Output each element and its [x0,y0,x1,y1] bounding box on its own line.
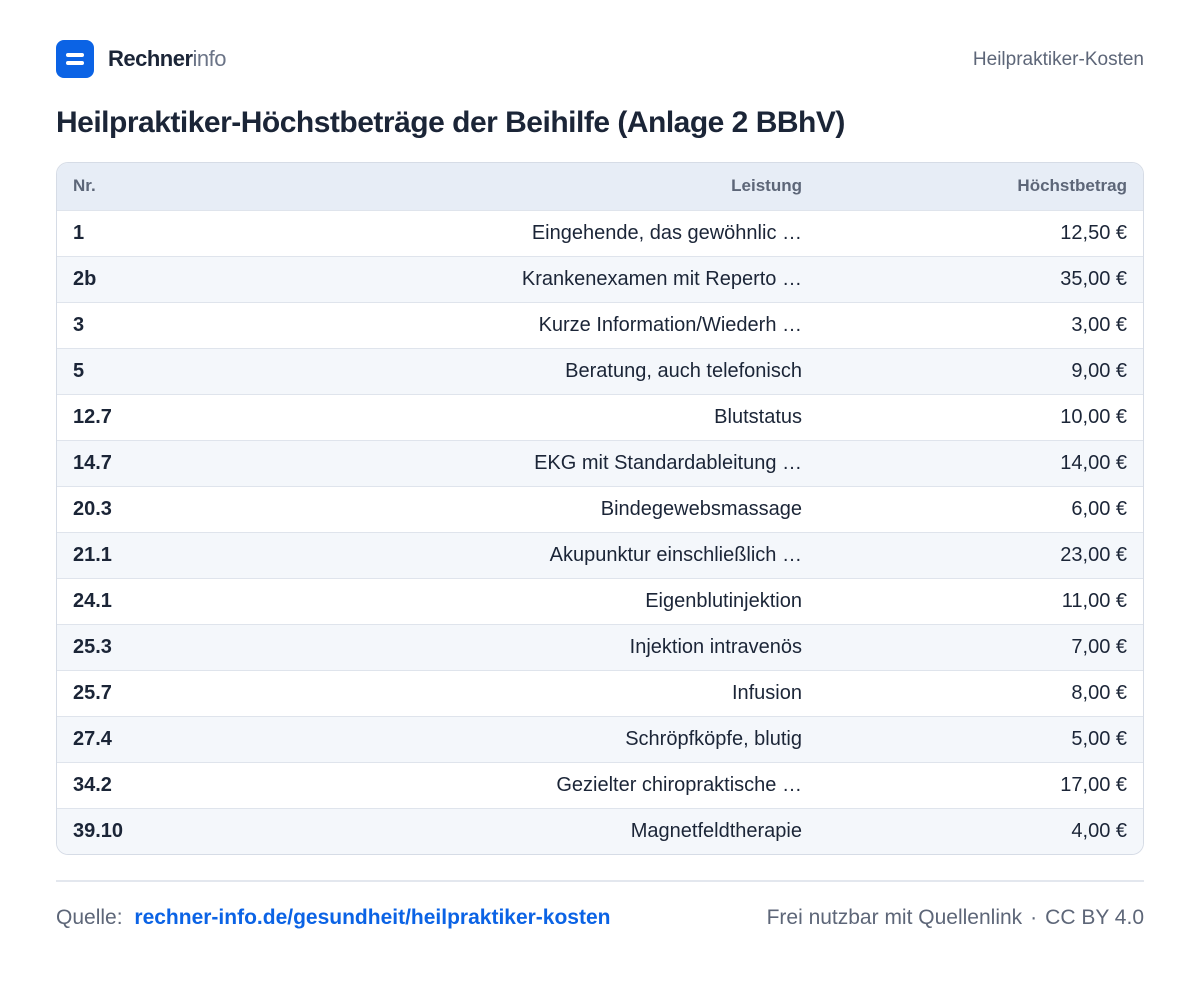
cell-nr: 1 [57,209,287,256]
column-header-leistung: Leistung [731,176,802,196]
cell-hoechstbetrag: 14,00 € [802,439,1143,486]
cell-hoechstbetrag: 5,00 € [802,715,1143,762]
license-separator: · [1030,906,1038,929]
table-row: 20.3 Bindegewebsmassage 6,00 € [57,485,1143,532]
cell-nr: 25.3 [57,623,287,670]
cell-hoechstbetrag: 17,00 € [802,761,1143,808]
cell-nr: 20.3 [57,485,287,532]
table-header-row: Nr. Leistung Höchstbetrag [57,163,1143,210]
table-row: 34.2 Gezielter chiropraktische … 17,00 € [57,761,1143,808]
cell-leistung: Kurze Information/Wiederh … [287,301,802,348]
source-label: Quelle: [56,906,123,929]
cell-nr: 34.2 [57,761,287,808]
logo-name-light: info [192,46,227,71]
table-body: 1 Eingehende, das gewöhnlic … 12,50 €2b Kra… [57,209,1143,854]
table-row: 27.4 Schröpfköpfe, blutig 5,00 € [57,715,1143,762]
cell-nr: 14.7 [57,439,287,486]
table-row: 21.1 Akupunktur einschließlich … 23,00 € [57,531,1143,578]
cell-hoechstbetrag: 10,00 € [802,393,1143,440]
logo-text: Rechnerinfo [108,46,227,72]
cell-hoechstbetrag: 4,00 € [802,807,1143,854]
section-label: Heilpraktiker-Kosten [972,49,1144,70]
cell-leistung: Bindegewebsmassage [287,485,802,532]
cell-leistung: Krankenexamen mit Reperto … [287,255,802,302]
cell-leistung: Magnetfeldtherapie [287,807,802,854]
cell-hoechstbetrag: 35,00 € [802,255,1143,302]
cell-nr: 25.7 [57,669,287,716]
cell-leistung: Schröpfköpfe, blutig [287,715,802,762]
license-text: Frei nutzbar mit Quellenlink [766,906,1023,929]
rates-table: Nr. Leistung Höchstbetrag 1 Eingehende, d… [56,162,1144,855]
cell-nr: 24.1 [57,577,287,624]
cell-hoechstbetrag: 12,50 € [802,209,1143,256]
table-row: 2b Krankenexamen mit Reperto … 35,00 € [57,255,1143,302]
table-row: 12.7 Blutstatus 10,00 € [57,393,1143,440]
logo-icon [56,40,94,78]
table-row: 24.1 Eigenblutinjektion 11,00 € [57,577,1143,624]
cell-leistung: Gezielter chiropraktische … [287,761,802,808]
license-name: CC BY 4.0 [1045,906,1144,929]
source-citation: Quelle: rechner-info.de/gesundheit/heilp… [56,906,611,930]
cell-nr: 39.10 [57,807,287,854]
cell-leistung: Injektion intravenös [287,623,802,670]
cell-hoechstbetrag: 8,00 € [802,669,1143,716]
source-link[interactable]: rechner-info.de/gesundheit/heilpraktiker… [134,906,610,929]
page-title: Heilpraktiker-Höchstbeträge der Beihilfe… [56,106,845,139]
cell-leistung: Akupunktur einschließlich … [287,531,802,578]
table-row: 1 Eingehende, das gewöhnlic … 12,50 € [57,209,1143,256]
column-header-hoechstbetrag: Höchstbetrag [1017,176,1127,196]
cell-hoechstbetrag: 11,00 € [802,577,1143,624]
cell-hoechstbetrag: 23,00 € [802,531,1143,578]
cell-hoechstbetrag: 6,00 € [802,485,1143,532]
table-row: 25.3 Injektion intravenös 7,00 € [57,623,1143,670]
cell-leistung: Beratung, auch telefonisch [287,347,802,394]
cell-leistung: EKG mit Standardableitung … [287,439,802,486]
table-row: 3 Kurze Information/Wiederh … 3,00 € [57,301,1143,348]
cell-nr: 27.4 [57,715,287,762]
cell-leistung: Infusion [287,669,802,716]
footer-divider [56,880,1144,882]
table-row: 5 Beratung, auch telefonisch 9,00 € [57,347,1143,394]
cell-nr: 2b [57,255,287,302]
table-row: 25.7 Infusion 8,00 € [57,669,1143,716]
license-info: Frei nutzbar mit Quellenlink · CC BY 4.0 [767,906,1144,930]
cell-nr: 3 [57,301,287,348]
cell-leistung: Eingehende, das gewöhnlic … [287,209,802,256]
cell-hoechstbetrag: 7,00 € [802,623,1143,670]
cell-nr: 21.1 [57,531,287,578]
cell-nr: 5 [57,347,287,394]
logo[interactable]: Rechnerinfo [56,40,227,78]
column-header-nr: Nr. [73,176,96,196]
cell-leistung: Blutstatus [287,393,802,440]
table-row: 39.10 Magnetfeldtherapie 4,00 € [57,807,1143,854]
cell-hoechstbetrag: 9,00 € [802,347,1143,394]
logo-name-strong: Rechner [108,46,193,71]
header: Rechnerinfo Heilpraktiker-Kosten [56,40,1144,78]
cell-leistung: Eigenblutinjektion [287,577,802,624]
cell-hoechstbetrag: 3,00 € [802,301,1143,348]
cell-nr: 12.7 [57,393,287,440]
table-row: 14.7 EKG mit Standardableitung … 14,00 € [57,439,1143,486]
